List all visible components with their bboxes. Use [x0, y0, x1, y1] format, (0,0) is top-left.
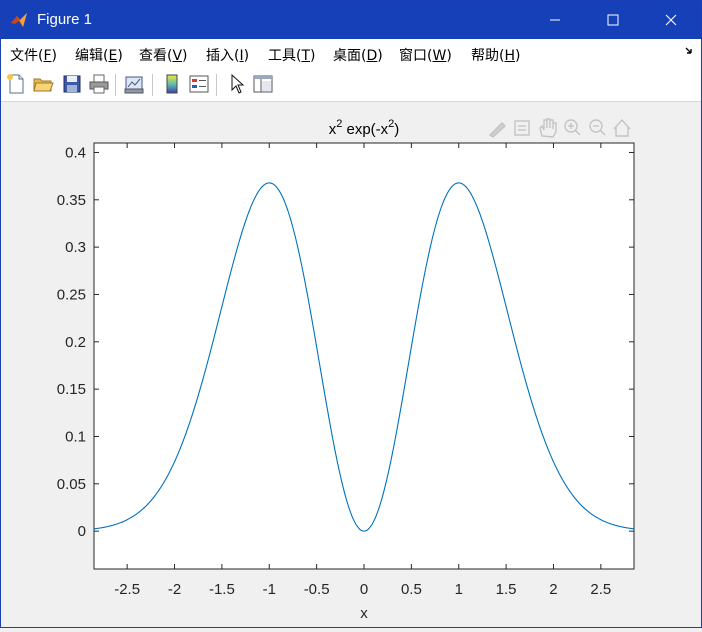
zoom-out-icon[interactable] — [589, 119, 606, 136]
y-tick-label: 0.2 — [65, 334, 86, 351]
menu-help[interactable]: 帮助(H) — [471, 45, 520, 65]
menu-view[interactable]: 查看(V) — [139, 45, 188, 65]
y-tick-label: 0 — [78, 523, 86, 540]
toolbar-separator — [152, 74, 153, 96]
colorbar-icon[interactable] — [161, 73, 183, 95]
save-icon[interactable] — [61, 73, 83, 95]
brush-icon[interactable] — [488, 122, 507, 138]
print-icon[interactable] — [88, 73, 110, 95]
menu-tools[interactable]: 工具(T) — [268, 45, 316, 65]
x-tick-label: 2.5 — [590, 581, 611, 598]
new-figure-icon[interactable] — [5, 73, 27, 95]
menu-bar: 文件(F) 编辑(E) 查看(V) 插入(I) 工具(T) 桌面(D) 窗口(W… — [1, 39, 701, 68]
matlab-logo-icon — [11, 13, 27, 27]
home-icon[interactable] — [613, 118, 631, 137]
legend-icon[interactable] — [188, 73, 210, 95]
edit-plot-icon[interactable] — [226, 73, 248, 95]
menu-desktop[interactable]: 桌面(D) — [333, 45, 383, 65]
property-inspector-icon[interactable] — [252, 73, 274, 95]
chart-title: x2 exp(-x2) — [329, 118, 400, 138]
title-bar[interactable]: Figure 1 — [1, 1, 701, 39]
close-button[interactable] — [648, 1, 694, 39]
figure-window: Figure 1 文件(F) 编辑(E) 查看(V) 插入(I) 工具(T) 桌… — [0, 0, 702, 628]
plot-svg: x2 exp(-x2) -2.5 -2 -1.5 -1 -0.5 0 0.5 1 1.5 2 2.5… — [57, 118, 635, 622]
x-tick-label: 1 — [455, 581, 463, 598]
figure-canvas[interactable]: x2 exp(-x2) -2.5 -2 -1.5 -1 -0.5 0 0.5 1 1.5 2 2.5… — [1, 102, 701, 627]
x-tick-label: -1 — [263, 581, 276, 598]
maximize-button[interactable] — [590, 1, 636, 39]
minimize-icon — [550, 19, 560, 21]
x-axis-label: x — [360, 605, 368, 622]
axes-box[interactable] — [93, 142, 635, 570]
menu-insert[interactable]: 插入(I) — [206, 45, 249, 65]
x-tick-label: 0 — [360, 581, 368, 598]
x-tick-label: -0.5 — [304, 581, 330, 598]
y-tick-labels: 0 0.05 0.1 0.15 0.2 0.25 0.3 0.35 0.4 — [57, 144, 86, 540]
y-tick-label: 0.35 — [57, 192, 86, 209]
x-tick-label: -2.5 — [114, 581, 140, 598]
toolbar-separator — [216, 74, 217, 96]
open-file-icon[interactable] — [32, 73, 54, 95]
y-tick-label: 0.05 — [57, 476, 86, 493]
toolbar-separator — [115, 74, 116, 96]
x-tick-label: 2 — [549, 581, 557, 598]
y-tick-label: 0.3 — [65, 239, 86, 256]
window-title: Figure 1 — [37, 11, 93, 28]
menu-window[interactable]: 窗口(W) — [399, 45, 452, 65]
x-tick-labels: -2.5 -2 -1.5 -1 -0.5 0 0.5 1 1.5 2 2.5 — [114, 581, 611, 598]
minimize-button[interactable] — [532, 1, 578, 39]
y-tick-label: 0.4 — [65, 144, 86, 161]
x-tick-label: 1.5 — [496, 581, 517, 598]
pan-icon[interactable] — [539, 118, 557, 138]
zoom-in-icon[interactable] — [564, 119, 581, 136]
x-tick-label: -2 — [168, 581, 181, 598]
maximize-icon — [607, 14, 619, 26]
menu-overflow-arrow-icon[interactable] — [685, 46, 695, 56]
y-tick-label: 0.25 — [57, 286, 86, 303]
menu-edit[interactable]: 编辑(E) — [75, 45, 123, 65]
data-tips-icon[interactable] — [514, 120, 530, 136]
y-tick-label: 0.1 — [65, 428, 86, 445]
figure-toolbar — [1, 68, 701, 102]
x-tick-label: 0.5 — [401, 581, 422, 598]
menu-file[interactable]: 文件(F) — [10, 45, 57, 65]
close-icon — [665, 14, 677, 26]
axes-toolbar — [488, 118, 631, 138]
x-tick-label: -1.5 — [209, 581, 235, 598]
link-plot-icon[interactable] — [123, 73, 145, 95]
y-tick-label: 0.15 — [57, 381, 86, 398]
